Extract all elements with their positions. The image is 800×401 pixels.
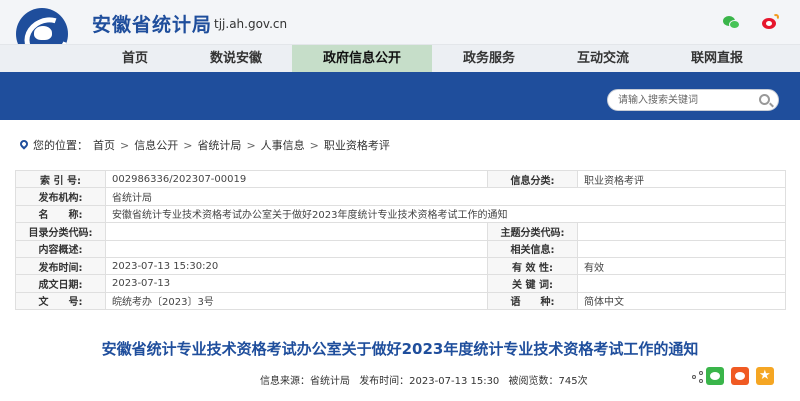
breadcrumb-item-qualification[interactable]: 职业资格考评: [324, 137, 390, 153]
language-label: 语 种:: [487, 291, 578, 311]
related-label: 相关信息:: [487, 239, 578, 258]
publisher-value: 省统计局: [105, 187, 786, 206]
nav-item-gov-info-public[interactable]: 政府信息公开: [292, 45, 432, 73]
related-value: [577, 239, 786, 258]
nav-item-online-report[interactable]: 联网直报: [672, 45, 762, 73]
share-wechat-icon[interactable]: [706, 367, 724, 385]
main-nav: 首页 数说安徽 政府信息公开 政务服务 互动交流 联网直报: [0, 44, 800, 73]
breadcrumb: 您的位置： 首页 > 信息公开 > 省统计局 > 人事信息 > 职业资格考评: [20, 137, 390, 153]
page: 安徽省统计局 tjj.ah.gov.cn 首页 数说安徽 政府信息公开 政务服务…: [0, 0, 800, 401]
table-row: 成文日期: 2023-07-13 关 键 词:: [15, 274, 786, 293]
pubtime-label: 发布时间:: [15, 256, 106, 276]
catalog-label: 目录分类代码:: [15, 222, 106, 241]
summary-value: [105, 239, 488, 258]
nav-item-home[interactable]: 首页: [90, 45, 180, 73]
article-source: 信息来源：省统计局: [260, 376, 350, 387]
breadcrumb-item-bureau[interactable]: 省统计局: [197, 137, 241, 153]
category-label: 信息分类:: [487, 169, 578, 189]
docno-label: 文 号:: [15, 291, 106, 311]
breadcrumb-separator: >: [246, 138, 256, 152]
table-row: 发布时间: 2023-07-13 15:30:20 有 效 性: 有效: [15, 256, 786, 276]
location-pin-icon: [20, 140, 28, 150]
share-icon: [692, 371, 704, 383]
breadcrumb-separator: >: [309, 138, 319, 152]
search-box: [607, 89, 779, 111]
nav-item-data-anhui[interactable]: 数说安徽: [190, 45, 282, 73]
search-icon[interactable]: [759, 94, 770, 105]
category-value: 职业资格考评: [577, 169, 786, 189]
nav-item-interaction[interactable]: 互动交流: [558, 45, 648, 73]
index-value: 002986336/202307-00019: [105, 169, 488, 189]
table-row: 文 号: 皖统考办〔2023〕3号 语 种: 简体中文: [15, 291, 786, 311]
site-header: 安徽省统计局 tjj.ah.gov.cn: [0, 0, 800, 60]
publisher-label: 发布机构:: [15, 187, 106, 206]
wechat-icon[interactable]: [723, 14, 741, 30]
index-label: 索 引 号:: [15, 169, 106, 189]
favorite-star-icon[interactable]: [756, 367, 774, 385]
language-value: 简体中文: [577, 291, 786, 311]
table-row: 目录分类代码: 主题分类代码:: [15, 222, 786, 241]
table-row: 名 称: 安徽省统计专业技术资格考试办公室关于做好2023年度统计专业技术资格考…: [15, 204, 786, 224]
catalog-value: [105, 222, 488, 241]
breadcrumb-item-info-public[interactable]: 信息公开: [134, 137, 178, 153]
topic-value: [577, 222, 786, 241]
article-meta: 信息来源：省统计局 发布时间：2023-07-13 15:30 被阅览数：745…: [260, 372, 594, 387]
pubtime-value: 2023-07-13 15:30:20: [105, 256, 488, 276]
breadcrumb-item-personnel[interactable]: 人事信息: [261, 137, 305, 153]
keywords-label: 关 键 词:: [487, 274, 578, 293]
table-row: 发布机构: 省统计局: [15, 187, 786, 206]
validity-label: 有 效 性:: [487, 256, 578, 276]
docno-value: 皖统考办〔2023〕3号: [105, 291, 488, 311]
topic-label: 主题分类代码:: [487, 222, 578, 241]
article-views: 被阅览数：745次: [508, 376, 588, 387]
table-row: 索 引 号: 002986336/202307-00019 信息分类: 职业资格…: [15, 169, 786, 189]
name-label: 名 称:: [15, 204, 106, 224]
info-table: 索 引 号: 002986336/202307-00019 信息分类: 职业资格…: [15, 169, 786, 311]
weibo-icon[interactable]: [761, 14, 779, 30]
validity-value: 有效: [577, 256, 786, 276]
breadcrumb-separator: >: [183, 138, 193, 152]
article-time: 发布时间：2023-07-13 15:30: [359, 376, 500, 387]
breadcrumb-separator: >: [120, 138, 130, 152]
table-row: 内容概述: 相关信息:: [15, 239, 786, 258]
share-weibo-icon[interactable]: [731, 367, 749, 385]
keywords-value: [577, 274, 786, 293]
search-input[interactable]: [618, 90, 748, 110]
summary-label: 内容概述:: [15, 239, 106, 258]
breadcrumb-item-home[interactable]: 首页: [93, 137, 115, 153]
article-title: 安徽省统计专业技术资格考试办公室关于做好2023年度统计专业技术资格考试工作的通…: [101, 340, 699, 358]
formed-label: 成文日期:: [15, 274, 106, 293]
site-title[interactable]: 安徽省统计局: [92, 10, 212, 37]
name-value: 安徽省统计专业技术资格考试办公室关于做好2023年度统计专业技术资格考试工作的通…: [105, 204, 786, 224]
formed-value: 2023-07-13: [105, 274, 488, 293]
breadcrumb-prefix: 您的位置：: [33, 139, 88, 152]
nav-item-gov-services[interactable]: 政务服务: [444, 45, 534, 73]
site-domain: tjj.ah.gov.cn: [214, 17, 288, 31]
